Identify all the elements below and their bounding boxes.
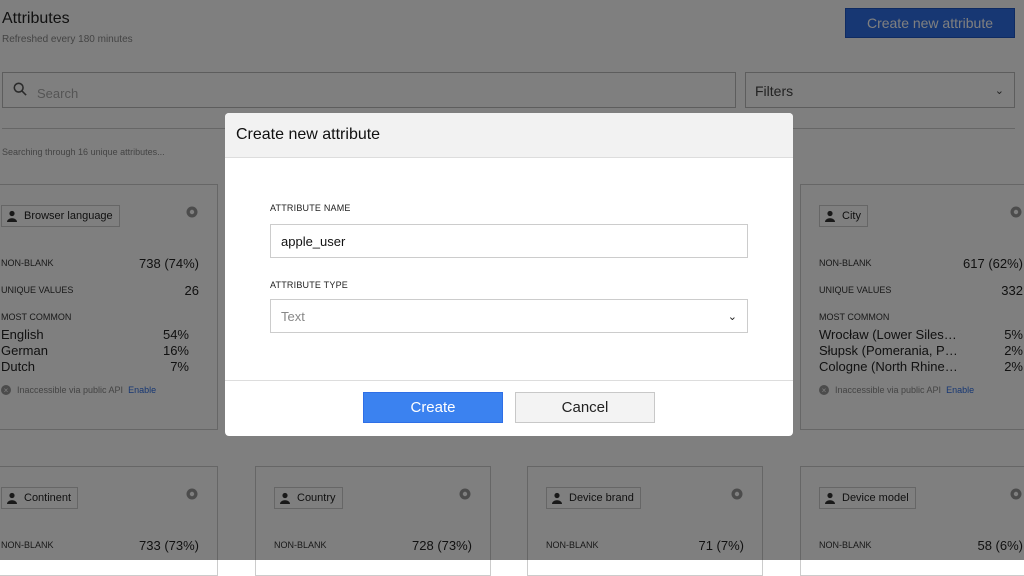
attribute-type-select[interactable]: Text ⌄ [270, 299, 748, 333]
attribute-name-input[interactable]: apple_user [270, 224, 748, 258]
modal-header: Create new attribute [225, 113, 793, 158]
modal-title: Create new attribute [236, 126, 381, 143]
chevron-down-icon: ⌄ [727, 311, 737, 323]
create-button[interactable]: Create [363, 392, 503, 423]
attribute-name-value: apple_user [281, 233, 346, 249]
create-attribute-modal: Create new attribute ATTRIBUTE NAME appl… [225, 113, 793, 436]
attribute-type-value: Text [281, 308, 305, 324]
modal-footer: Create Cancel [225, 380, 793, 436]
attribute-name-label: ATTRIBUTE NAME [270, 203, 351, 213]
cancel-button[interactable]: Cancel [515, 392, 655, 423]
attribute-type-label: ATTRIBUTE TYPE [270, 280, 348, 290]
